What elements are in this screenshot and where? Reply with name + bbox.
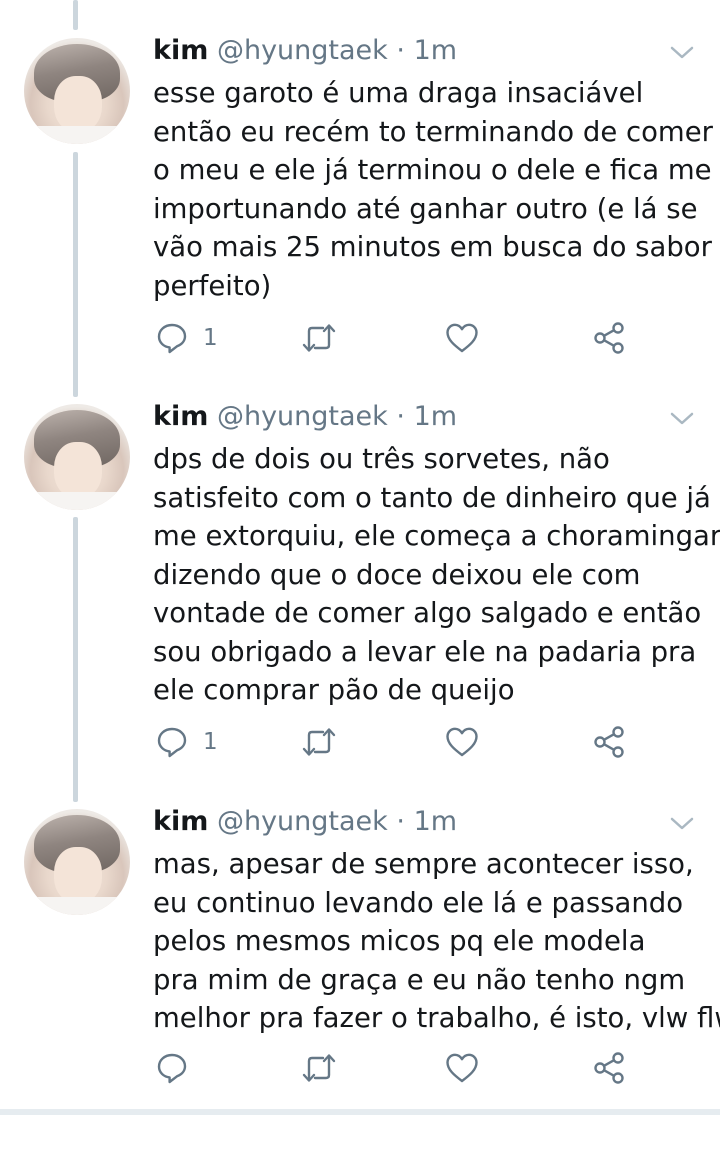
retweet-button[interactable]: [301, 722, 337, 762]
heart-icon: [444, 1051, 480, 1085]
avatar[interactable]: [24, 38, 130, 144]
avatar[interactable]: [24, 809, 130, 915]
reply-button[interactable]: [155, 1048, 203, 1088]
reply-icon: [155, 1051, 189, 1085]
retweet-button[interactable]: [301, 1048, 337, 1088]
tweet-line: pelos mesmos micos pq ele modela: [153, 925, 646, 957]
timestamp[interactable]: 1m: [414, 35, 457, 66]
heart-icon: [444, 725, 480, 759]
like-button[interactable]: [444, 722, 480, 762]
tweet-actions: 1: [0, 722, 720, 762]
tweet-actions: [0, 1048, 720, 1088]
user-handle[interactable]: @hyungtaek: [217, 35, 388, 66]
share-icon: [593, 1051, 627, 1085]
chevron-down-icon[interactable]: [668, 44, 696, 62]
display-name[interactable]: kim: [153, 806, 208, 837]
tweet-line: eu continuo levando ele lá e passando: [153, 886, 684, 919]
tweet-line: me extorquiu, ele começa a choramingar: [153, 520, 720, 552]
tweet-line: o meu e ele já terminou o dele e fica me: [153, 154, 712, 186]
tweet-line: dps de dois ou três sorvetes, não: [153, 443, 610, 475]
share-button[interactable]: [593, 1048, 627, 1088]
retweet-button[interactable]: [301, 318, 337, 358]
separator-dot: ·: [396, 35, 405, 66]
reply-icon: [155, 321, 189, 355]
tweet-header: kim @hyungtaek · 1m: [153, 33, 457, 69]
tweet-text: mas, apesar de sempre acontecer isso, eu…: [153, 845, 720, 1038]
retweet-icon: [301, 725, 337, 759]
retweet-icon: [301, 1051, 337, 1085]
reply-count: 1: [203, 325, 218, 351]
tweet-line: sou obrigado a levar ele na padaria pra: [153, 635, 697, 668]
chevron-down-icon[interactable]: [668, 815, 696, 833]
retweet-icon: [301, 321, 337, 355]
chevron-down-icon[interactable]: [668, 410, 696, 428]
reply-icon: [155, 725, 189, 759]
tweet-line: então eu recém to terminando de comer: [153, 115, 713, 148]
tweet-header: kim @hyungtaek · 1m: [153, 399, 457, 435]
heart-icon: [444, 321, 480, 355]
like-button[interactable]: [444, 318, 480, 358]
tweet-line: satisfeito com o tanto de dinheiro que j…: [153, 481, 711, 514]
share-icon: [593, 725, 627, 759]
user-handle[interactable]: @hyungtaek: [217, 806, 388, 837]
tweet-line: melhor pra fazer o trabalho, é isto, vlw…: [153, 1002, 720, 1034]
display-name[interactable]: kim: [153, 401, 208, 432]
divider: [0, 1109, 720, 1115]
tweet-line: perfeito): [153, 269, 272, 302]
tweet-line: vontade de comer algo salgado e então: [153, 597, 702, 629]
timestamp[interactable]: 1m: [414, 806, 457, 837]
reply-button[interactable]: 1: [155, 318, 218, 358]
share-button[interactable]: [593, 722, 627, 762]
tweet-text: dps de dois ou três sorvetes, não satisf…: [153, 440, 720, 710]
like-button[interactable]: [444, 1048, 480, 1088]
share-button[interactable]: [593, 318, 627, 358]
separator-dot: ·: [396, 401, 405, 432]
tweet-line: dizendo que o doce deixou ele com: [153, 558, 641, 591]
avatar[interactable]: [24, 404, 130, 510]
display-name[interactable]: kim: [153, 35, 208, 66]
tweet-line: ele comprar pão de queijo: [153, 674, 515, 706]
tweet-line: esse garoto é uma draga insaciável: [153, 77, 644, 109]
tweet-line: mas, apesar de sempre acontecer isso,: [153, 848, 694, 880]
tweet[interactable]: kim @hyungtaek · 1m mas, apesar de sempr…: [0, 771, 720, 1176]
tweet-line: importunando até ganhar outro (e lá se: [153, 192, 698, 225]
tweet-text: esse garoto é uma draga insaciável então…: [153, 74, 713, 305]
tweet-line: pra mim de graça e eu não tenho ngm: [153, 963, 686, 996]
user-handle[interactable]: @hyungtaek: [217, 401, 388, 432]
reply-count: 1: [203, 729, 218, 755]
tweet-header: kim @hyungtaek · 1m: [153, 804, 457, 840]
tweet[interactable]: kim @hyungtaek · 1m dps de dois ou três …: [0, 366, 720, 771]
separator-dot: ·: [396, 806, 405, 837]
tweet[interactable]: kim @hyungtaek · 1m esse garoto é uma dr…: [0, 0, 720, 405]
timestamp[interactable]: 1m: [414, 401, 457, 432]
tweet-line: vão mais 25 minutos em busca do sabor: [153, 231, 712, 263]
reply-button[interactable]: 1: [155, 722, 218, 762]
share-icon: [593, 321, 627, 355]
tweet-actions: 1: [0, 318, 720, 358]
